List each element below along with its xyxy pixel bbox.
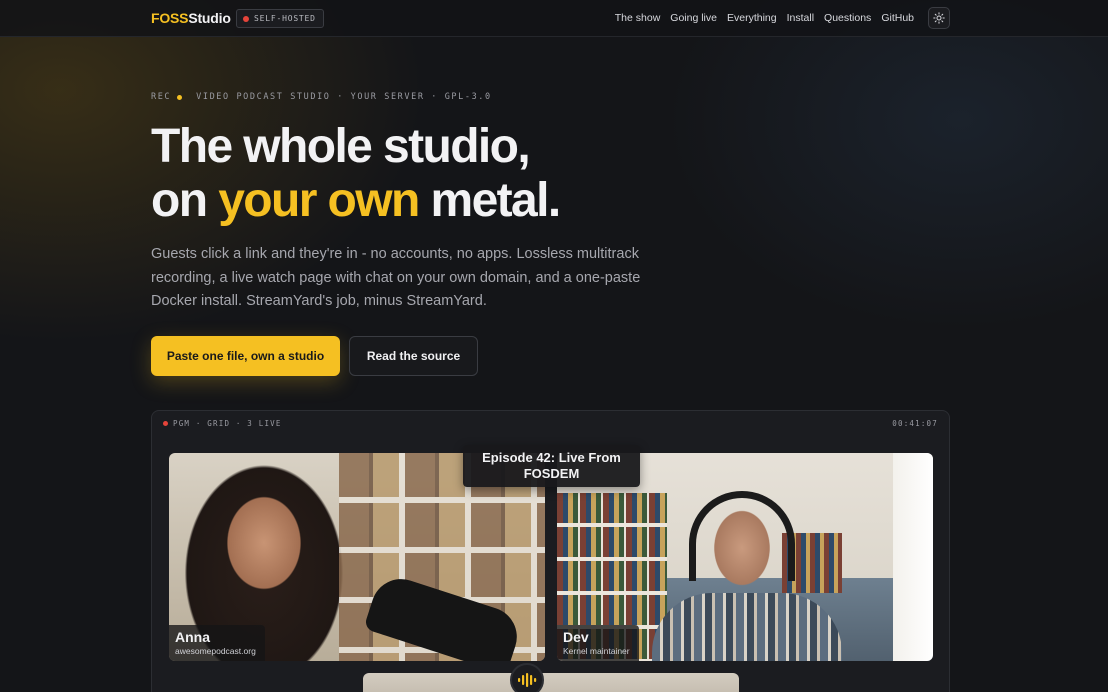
guest-name: Dev — [563, 629, 589, 645]
headline-line-2b: metal. — [430, 174, 561, 227]
audio-wave-icon — [518, 673, 537, 687]
theme-toggle-button[interactable] — [928, 7, 950, 29]
headline-line-2a: on — [151, 174, 208, 227]
live-dot-icon — [163, 421, 168, 426]
headline-line-1: The whole studio, — [151, 120, 531, 173]
guest-subtitle: Kernel maintainer — [563, 646, 630, 656]
audio-level-button[interactable] — [510, 663, 544, 692]
logo-foss: FOSS — [151, 10, 189, 26]
nav-link-the-show[interactable]: The show — [615, 12, 661, 24]
guest-name-tag: Dev Kernel maintainer — [557, 625, 639, 661]
headphones-icon — [689, 491, 795, 581]
logo[interactable]: FOSSStudio — [151, 10, 231, 26]
logo-studio: Studio — [188, 10, 231, 26]
program-status: PGM · GRID · 3 LIVE — [173, 419, 282, 428]
episode-title-banner: Episode 42: Live From FOSDEM — [463, 445, 640, 487]
studio-status-bar: PGM · GRID · 3 LIVE 00:41:07 — [152, 411, 949, 435]
nav-menu: The show Going live Everything Install Q… — [615, 12, 914, 24]
hero-headline: The whole studio, on your own metal. — [151, 120, 561, 228]
guest-subtitle: awesomepodcast.org — [175, 646, 256, 656]
studio-preview: PGM · GRID · 3 LIVE 00:41:07 Anna awesom… — [151, 410, 950, 692]
badge-label: SELF-HOSTED — [254, 14, 316, 23]
headline-highlight: your own — [218, 174, 420, 227]
guest-name-tag: Anna awesomepodcast.org — [169, 625, 265, 661]
nav-link-questions[interactable]: Questions — [824, 12, 871, 24]
read-source-button[interactable]: Read the source — [349, 336, 478, 376]
window-background — [893, 453, 933, 661]
guest-name: Anna — [175, 629, 210, 645]
nav-link-install[interactable]: Install — [787, 12, 814, 24]
status-dot-icon — [243, 15, 249, 22]
self-hosted-badge: SELF-HOSTED — [236, 9, 324, 28]
nav-link-everything[interactable]: Everything — [727, 12, 777, 24]
sun-icon — [933, 12, 945, 24]
eyebrow-text: VIDEO PODCAST STUDIO · YOUR SERVER · GPL… — [196, 92, 492, 102]
guest-tile-third — [363, 673, 739, 692]
rec-label: REC — [151, 92, 172, 102]
top-nav: FOSSStudio SELF-HOSTED The show Going li… — [0, 0, 1108, 37]
nav-link-going-live[interactable]: Going live — [670, 12, 717, 24]
recording-timer: 00:41:07 — [892, 419, 938, 428]
guest-shirt — [652, 593, 842, 661]
nav-link-github[interactable]: GitHub — [881, 12, 914, 24]
hero-eyebrow: REC VIDEO PODCAST STUDIO · YOUR SERVER ·… — [151, 92, 492, 102]
hero-description: Guests click a link and they're in - no … — [151, 246, 641, 309]
rec-dot-icon — [177, 94, 183, 100]
install-cta-button[interactable]: Paste one file, own a studio — [151, 336, 340, 376]
